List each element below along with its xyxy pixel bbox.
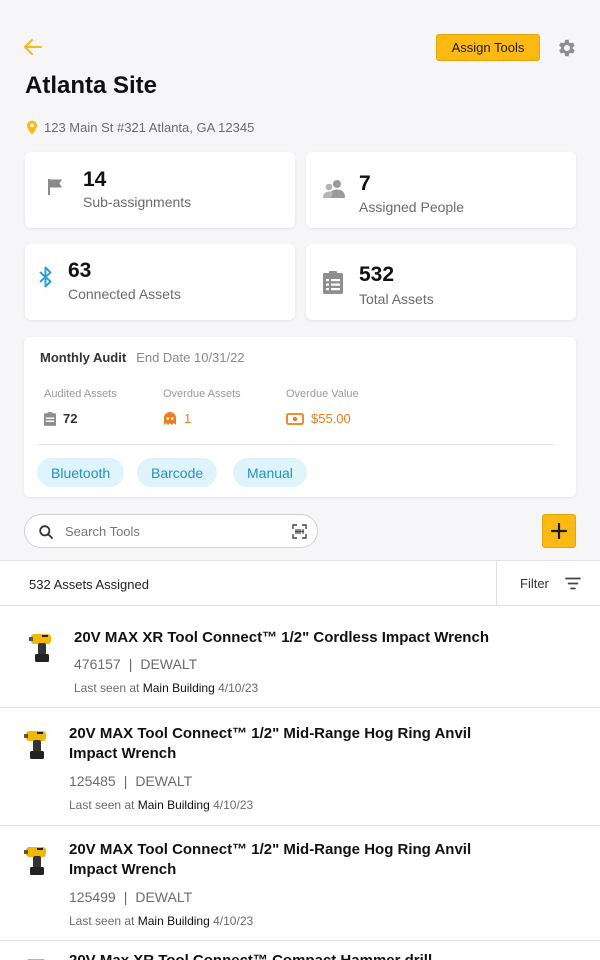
divider [38,444,554,445]
asset-last-seen: Last seen at Main Building 4/10/23 [69,798,253,812]
asset-meta: 125499 | DEWALT [69,889,192,905]
plus-icon [551,523,567,539]
assigned-people-card[interactable]: 7 Assigned People [306,152,576,228]
overdue-value-label: Overdue Value [286,388,359,400]
asset-id: 125485 [69,773,116,789]
filter-button[interactable]: Filter [497,561,600,606]
asset-brand: DEWALT [140,656,198,672]
asset-last-seen: Last seen at Main Building 4/10/23 [74,681,258,695]
total-assets-card[interactable]: 532 Total Assets [306,244,576,320]
bluetooth-icon [39,266,52,288]
last-seen-location: Main Building [137,798,210,812]
chip-manual[interactable]: Manual [233,458,307,487]
assigned-people-label: Assigned People [359,199,465,215]
asset-title-line2: Impact Wrench [69,861,177,878]
overdue-value-amount: $55.00 [311,411,351,426]
map-pin-icon [27,120,37,135]
ghost-icon [164,411,176,425]
list-item[interactable]: 20V MAX XR Tool Connect™ 1/2" Cordless I… [0,606,600,708]
last-seen-location: Main Building [142,681,215,695]
asset-meta: 476157 | DEWALT [74,656,197,672]
arrow-left-icon [24,39,42,55]
search-icon [39,525,53,539]
asset-id: 476157 [74,656,121,672]
scan-icon[interactable] [292,524,307,539]
asset-last-seen: Last seen at Main Building 4/10/23 [69,914,253,928]
clipboard-icon [323,271,343,294]
list-item[interactable]: 20V Max XR Tool Connect™ Compact Hammer … [0,941,600,960]
overdue-assets-value: 1 [184,411,192,426]
overdue-value-stat: $55.00 [286,411,351,426]
connected-assets-card[interactable]: 63 Connected Assets [25,244,295,320]
overdue-assets-label: Overdue Assets [163,388,241,400]
people-icon [323,180,345,198]
total-assets-label: Total Assets [359,291,434,307]
monthly-audit-card: Monthly Audit End Date 10/31/22 Audited … [24,337,576,497]
search-input[interactable] [65,524,265,539]
list-item[interactable]: 20V MAX Tool Connect™ 1/2" Mid-Range Hog… [0,826,600,941]
impact-wrench-image [29,634,51,662]
site-address: 123 Main St #321 Atlanta, GA 12345 [26,120,254,135]
assign-tools-button[interactable]: Assign Tools [436,34,540,61]
list-header: 532 Assets Assigned Filter [0,560,600,606]
asset-title: 20V MAX Tool Connect™ 1/2" Mid-Range Hog… [69,841,472,858]
filter-label: Filter [520,576,549,591]
asset-brand: DEWALT [135,889,193,905]
clipboard-icon [44,411,56,426]
search-bar [24,514,318,548]
asset-id: 125499 [69,889,116,905]
asset-brand: DEWALT [135,773,193,789]
separator: | [123,773,128,789]
gear-icon [559,39,575,57]
connected-assets-label: Connected Assets [68,286,181,302]
asset-title-line2: Impact Wrench [69,745,177,762]
page-title: Atlanta Site [25,72,158,99]
assigned-people-count: 7 [359,172,371,195]
chip-barcode[interactable]: Barcode [137,458,218,487]
assets-count: 532 Assets Assigned [29,577,149,592]
list-item[interactable]: 20V MAX Tool Connect™ 1/2" Mid-Range Hog… [0,708,600,826]
audited-assets-value: 72 [63,411,78,426]
separator: | [123,889,128,905]
asset-title: 20V MAX Tool Connect™ 1/2" Mid-Range Hog… [69,725,472,742]
sub-assignments-card[interactable]: 14 Sub-assignments [25,152,295,228]
last-seen-date: 4/10/23 [218,681,259,695]
last-seen-location: Main Building [137,914,210,928]
flag-icon [48,179,62,195]
filter-icon [565,577,581,590]
cash-icon [286,412,304,425]
hammer-drill-image [26,959,46,960]
overdue-assets-stat: 1 [163,411,191,426]
last-seen-prefix: Last seen at [69,914,135,928]
impact-wrench-image [24,731,46,759]
separator: | [128,656,133,672]
chip-bluetooth[interactable]: Bluetooth [37,458,125,487]
asset-meta: 125485 | DEWALT [69,773,192,789]
audited-assets-stat: 72 [44,411,77,426]
audit-end-date: End Date 10/31/22 [136,350,245,365]
sub-assignments-count: 14 [83,168,107,191]
sub-assignments-label: Sub-assignments [83,194,192,210]
audited-assets-label: Audited Assets [44,388,117,400]
last-seen-date: 4/10/23 [213,914,254,928]
add-asset-button[interactable] [542,514,576,548]
impact-wrench-image [24,847,46,875]
last-seen-prefix: Last seen at [69,798,135,812]
audit-title: Monthly Audit [40,350,127,365]
address-text: 123 Main St #321 Atlanta, GA 12345 [44,120,255,135]
settings-button[interactable] [555,37,577,59]
connected-assets-count: 63 [68,259,92,282]
last-seen-date: 4/10/23 [213,798,254,812]
back-button[interactable] [22,36,44,58]
last-seen-prefix: Last seen at [74,681,140,695]
asset-title: 20V Max XR Tool Connect™ Compact Hammer … [69,951,432,960]
asset-list: 20V MAX XR Tool Connect™ 1/2" Cordless I… [0,606,600,960]
asset-title: 20V MAX XR Tool Connect™ 1/2" Cordless I… [74,629,489,646]
total-assets-count: 532 [359,263,395,286]
